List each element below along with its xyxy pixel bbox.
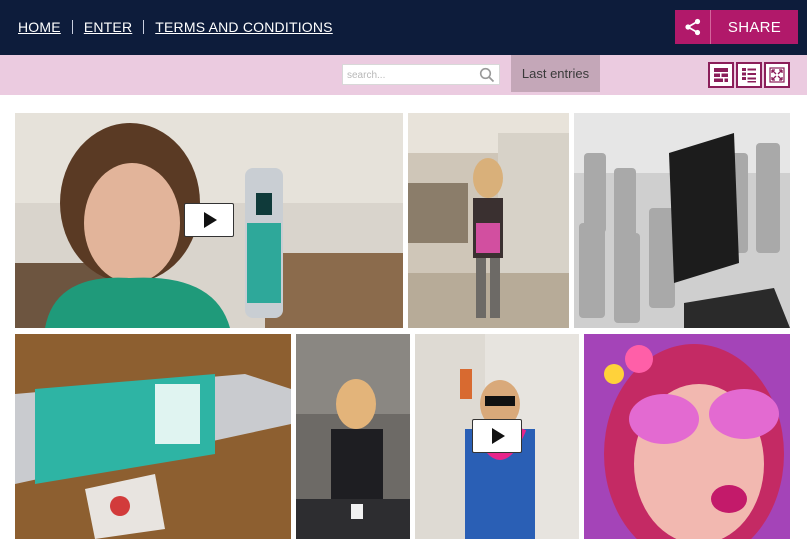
nav-divider <box>143 20 145 34</box>
entry-photo <box>15 334 291 539</box>
play-icon[interactable] <box>184 203 234 237</box>
top-nav-bar: HOME ENTER TERMS AND CONDITIONS SHARE <box>0 0 807 55</box>
search-box <box>342 64 500 85</box>
nav-divider <box>71 20 73 34</box>
search-icon[interactable] <box>479 67 495 88</box>
entry-photo <box>296 334 410 539</box>
last-entries-tab[interactable]: Last entries <box>511 55 600 92</box>
entry-photo <box>574 113 790 328</box>
gallery-tile[interactable] <box>584 334 790 539</box>
gallery-tile[interactable] <box>296 334 410 539</box>
gallery-toolbar: Last entries <box>0 55 807 95</box>
share-label: SHARE <box>727 18 782 36</box>
main-nav: HOME ENTER TERMS AND CONDITIONS <box>18 19 333 35</box>
mosaic-view-icon[interactable] <box>708 62 734 88</box>
entry-photo <box>584 334 790 539</box>
nav-enter-link[interactable]: ENTER <box>84 19 132 35</box>
nav-terms-link[interactable]: TERMS AND CONDITIONS <box>155 19 332 35</box>
gallery-tile[interactable] <box>408 113 569 328</box>
list-view-icon[interactable] <box>736 62 762 88</box>
gallery-tile[interactable] <box>574 113 790 328</box>
gallery-tile-video[interactable] <box>415 334 579 539</box>
share-button[interactable]: SHARE <box>675 10 798 44</box>
play-icon[interactable] <box>472 419 522 453</box>
share-icon <box>675 10 711 44</box>
fullscreen-icon[interactable] <box>764 62 790 88</box>
view-switcher <box>708 62 790 88</box>
nav-home-link[interactable]: HOME <box>18 19 61 35</box>
entry-photo <box>408 113 569 328</box>
gallery-tile-video[interactable] <box>15 113 403 328</box>
search-input[interactable] <box>343 66 471 85</box>
gallery-tile[interactable] <box>15 334 291 539</box>
